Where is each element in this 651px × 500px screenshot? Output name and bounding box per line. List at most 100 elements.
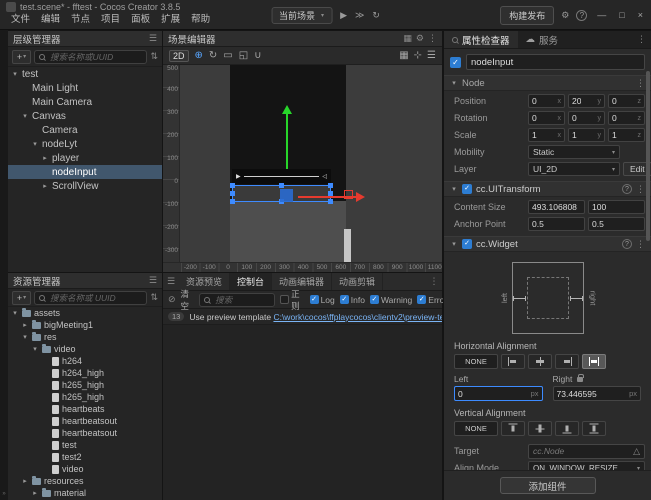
tree-closed-arrow-icon[interactable]: ▸ — [41, 154, 49, 162]
console-filter-log[interactable]: ✓Log — [310, 295, 335, 305]
create-asset-button[interactable]: + ▾ — [12, 291, 31, 305]
hierarchy-node-main-light[interactable]: Main Light — [8, 81, 162, 95]
asset-video[interactable]: ▾video — [8, 343, 162, 355]
sort-icon[interactable]: ⇅ — [150, 51, 158, 62]
menu-item-0[interactable]: 文件 — [6, 13, 35, 26]
asset-resources[interactable]: ▸resources — [8, 475, 162, 487]
right-field[interactable]: 73.446595 px — [553, 386, 642, 401]
left-value-input[interactable] — [458, 389, 529, 399]
console-tab-3[interactable]: 动画剪辑 — [332, 273, 383, 290]
node-section-header[interactable]: ▾ Node ⋮ — [444, 75, 651, 91]
tab-service[interactable]: ☁ 服务 — [518, 31, 567, 48]
h-align-right-button[interactable] — [555, 354, 579, 369]
tree-open-arrow-icon[interactable]: ▾ — [450, 240, 458, 248]
position-x-field[interactable]: 0x — [528, 94, 565, 108]
hierarchy-node-test[interactable]: ▾test — [8, 67, 162, 81]
target-nav-icon[interactable]: △ — [633, 446, 640, 457]
node-name-field[interactable] — [466, 54, 645, 70]
gizmo-y-axis-arrowhead[interactable] — [282, 105, 292, 114]
asset-heartbeatsout[interactable]: heartbeatsout — [8, 415, 162, 427]
left-unit[interactable]: px — [531, 389, 539, 398]
assets-search-box[interactable] — [34, 291, 147, 305]
gear-icon[interactable]: ⚙ — [416, 33, 424, 44]
position-y-field[interactable]: 20y — [568, 94, 605, 108]
minimize-button[interactable]: — — [594, 10, 609, 20]
clear-label[interactable]: 清空 — [181, 288, 190, 312]
log-file-link[interactable]: C:\work\cocos\ffplaycocos\clientv2\previ… — [273, 312, 442, 322]
menu-item-4[interactable]: 面板 — [126, 13, 155, 26]
rotation-x-field[interactable]: 0x — [528, 111, 565, 125]
right-unit[interactable]: px — [629, 389, 637, 398]
video-player-node[interactable]: ▶ ◁ — [232, 169, 331, 184]
checkbox-checked-icon[interactable]: ✓ — [370, 295, 379, 304]
view-options-button[interactable]: ☰ — [427, 50, 436, 61]
menu-icon[interactable]: ☰ — [149, 275, 157, 286]
tree-closed-arrow-icon[interactable]: ▸ — [41, 182, 49, 190]
menu-icon[interactable]: ☰ — [163, 273, 179, 290]
checkbox-checked-icon[interactable]: ✓ — [340, 295, 349, 304]
gizmo-y-axis[interactable] — [286, 113, 288, 169]
grid-icon[interactable]: ▦ — [403, 33, 412, 44]
hierarchy-node-player[interactable]: ▸player — [8, 151, 162, 165]
scale-y-field[interactable]: 1y — [568, 128, 605, 142]
build-publish-button[interactable]: 构建发布 — [500, 6, 554, 25]
hierarchy-node-camera[interactable]: Camera — [8, 123, 162, 137]
target-field[interactable]: cc.Node △ — [528, 444, 645, 459]
scene-viewport[interactable]: ▶ ◁ — [180, 65, 442, 262]
menu-item-1[interactable]: 编辑 — [36, 13, 65, 26]
tree-open-arrow-icon[interactable]: ▾ — [11, 309, 19, 317]
selection-handle[interactable] — [230, 199, 235, 204]
log-row[interactable]: 13 Use preview template C:\work\cocos\ff… — [163, 309, 442, 325]
console-filter-warning[interactable]: ✓Warning — [370, 295, 412, 305]
v-align-stretch-button[interactable] — [582, 421, 606, 436]
tree-closed-arrow-icon[interactable]: ▸ — [31, 489, 39, 497]
selection-handle[interactable] — [279, 183, 284, 188]
asset-assets[interactable]: ▾assets — [8, 307, 162, 319]
create-node-button[interactable]: + ▾ — [12, 50, 31, 64]
h-align-center-button[interactable] — [528, 354, 552, 369]
asset-test2[interactable]: test2 — [8, 451, 162, 463]
content-size-width-field[interactable]: 493.106808 — [528, 200, 585, 214]
console-search-box[interactable] — [199, 293, 275, 307]
console-search-input[interactable] — [213, 294, 270, 306]
hierarchy-search-box[interactable] — [34, 50, 147, 64]
gizmo-origin-handle[interactable] — [280, 189, 293, 202]
tree-open-arrow-icon[interactable]: ▾ — [31, 345, 39, 353]
maximize-button[interactable]: □ — [616, 10, 627, 20]
anchor-x-field[interactable]: 0.5 — [528, 217, 585, 231]
more-icon[interactable]: ⋮ — [426, 273, 442, 290]
asset-heartbeats[interactable]: heartbeats — [8, 403, 162, 415]
tree-open-arrow-icon[interactable]: ▾ — [21, 333, 29, 341]
node-active-checkbox[interactable]: ✓ — [450, 57, 461, 68]
gizmo-x-scale-handle[interactable] — [344, 190, 353, 199]
hierarchy-node-nodelyt[interactable]: ▾nodeLyt — [8, 137, 162, 151]
lock-icon[interactable] — [577, 377, 583, 382]
tree-open-arrow-icon[interactable]: ▾ — [21, 112, 29, 120]
menu-item-5[interactable]: 扩展 — [156, 13, 185, 26]
v-align-none-button[interactable]: NONE — [454, 421, 498, 436]
selection-handle[interactable] — [328, 183, 333, 188]
asset-h265-high[interactable]: h265_high — [8, 379, 162, 391]
selection-handle[interactable] — [328, 199, 333, 204]
more-icon[interactable]: ⋮ — [636, 78, 645, 89]
checkbox-checked-icon[interactable]: ✓ — [310, 295, 319, 304]
help-icon[interactable]: ? — [622, 184, 632, 194]
inspector-scrollbar[interactable] — [646, 71, 650, 241]
tab-inspector[interactable]: 属性检查器 — [444, 31, 518, 48]
asset-bigmeeting1[interactable]: ▸bigMeeting1 — [8, 319, 162, 331]
tree-closed-arrow-icon[interactable]: ▸ — [21, 477, 29, 485]
asset-h265-high[interactable]: h265_high — [8, 391, 162, 403]
checkbox-checked-icon[interactable]: ✓ — [417, 295, 426, 304]
asset-heartbeatsout[interactable]: heartbeatsout — [8, 427, 162, 439]
menu-icon[interactable]: ☰ — [149, 33, 157, 44]
content-size-height-field[interactable]: 100 — [588, 200, 645, 214]
sort-icon[interactable]: ⇅ — [150, 292, 158, 303]
rotation-y-field[interactable]: 0y — [568, 111, 605, 125]
rotate-tool-button[interactable]: ↻ — [209, 50, 217, 61]
widget-enabled-checkbox[interactable]: ✓ — [462, 239, 472, 249]
selection-handle[interactable] — [230, 183, 235, 188]
asset-test[interactable]: test — [8, 439, 162, 451]
position-z-field[interactable]: 0z — [608, 94, 645, 108]
tree-closed-arrow-icon[interactable]: ▸ — [21, 321, 29, 329]
more-icon[interactable]: ⋮ — [636, 184, 645, 195]
